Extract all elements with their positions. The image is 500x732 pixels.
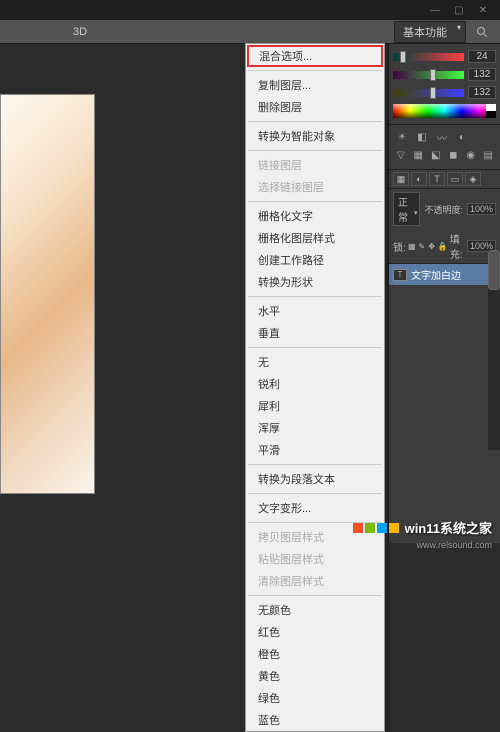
layers-panel: ▦ ◐ T ▭ ◈ 正常 不透明度: 100% 锁: ▦ ✎ ✥ 🔒 填充: 1… xyxy=(389,170,500,543)
ctx-rasterize-text[interactable]: 栅格化文字 xyxy=(246,205,384,227)
ctx-paste-style: 粘贴图层样式 xyxy=(246,548,384,570)
maximize-button[interactable]: ▢ xyxy=(447,3,471,17)
ctx-to-shape[interactable]: 转换为形状 xyxy=(246,271,384,293)
blue-value[interactable]: 132 xyxy=(468,86,496,99)
ctx-strong[interactable]: 浑厚 xyxy=(246,417,384,439)
filter-adjust-icon[interactable]: ◐ xyxy=(411,172,427,186)
watermark-logo-icon xyxy=(353,523,399,533)
blue-slider[interactable] xyxy=(393,89,464,97)
scrollbar-thumb[interactable] xyxy=(488,250,500,290)
ctx-link-layer: 链接图层 xyxy=(246,154,384,176)
opacity-label: 不透明度: xyxy=(424,203,463,216)
hue-icon[interactable]: ▦ xyxy=(411,147,427,163)
ctx-copy-layer[interactable]: 复制图层... xyxy=(246,74,384,96)
canvas-image xyxy=(0,94,95,494)
opacity-value[interactable]: 100% xyxy=(467,203,496,215)
watermark: win11系统之家 xyxy=(353,518,492,537)
scrollbar[interactable] xyxy=(488,250,500,450)
levels-icon[interactable]: ◧ xyxy=(413,129,431,145)
ctx-clear-style: 清除图层样式 xyxy=(246,570,384,592)
ctx-orange[interactable]: 橙色 xyxy=(246,643,384,665)
color-spectrum[interactable] xyxy=(393,104,496,118)
lock-position-icon[interactable]: ✥ xyxy=(428,240,436,252)
close-button[interactable]: ✕ xyxy=(471,3,495,17)
ctx-yellow[interactable]: 黄色 xyxy=(246,665,384,687)
filter-smart-icon[interactable]: ◈ xyxy=(465,172,481,186)
adjustments-panel: ☀ ◧ 〰 ◐ ▽ ▦ ⬕ ◼ ◉ ▤ xyxy=(389,125,500,170)
curves-icon[interactable]: 〰 xyxy=(433,129,451,145)
watermark-url: www.relsound.com xyxy=(416,540,492,550)
lock-transparent-icon[interactable]: ▦ xyxy=(408,240,416,252)
ctx-vertical[interactable]: 垂直 xyxy=(246,322,384,344)
color-panel: 24 132 132 xyxy=(389,44,500,125)
workspace-preset-dropdown[interactable]: 基本功能 xyxy=(394,21,466,43)
blend-mode-dropdown[interactable]: 正常 xyxy=(393,192,420,226)
ctx-crisp[interactable]: 犀利 xyxy=(246,395,384,417)
lock-label: 锁: xyxy=(393,239,406,254)
mixer-icon[interactable]: ▤ xyxy=(481,147,497,163)
filter-pixel-icon[interactable]: ▦ xyxy=(393,172,409,186)
ctx-select-linked: 选择链接图层 xyxy=(246,176,384,198)
brightness-icon[interactable]: ☀ xyxy=(393,129,411,145)
ctx-sharp[interactable]: 锐利 xyxy=(246,373,384,395)
ctx-no-color[interactable]: 无颜色 xyxy=(246,599,384,621)
search-icon[interactable] xyxy=(472,24,492,40)
ctx-to-paragraph[interactable]: 转换为段落文本 xyxy=(246,468,384,490)
photo-filter-icon[interactable]: ◉ xyxy=(463,147,479,163)
balance-icon[interactable]: ⬕ xyxy=(428,147,444,163)
green-slider[interactable] xyxy=(393,71,464,79)
menu-3d[interactable]: 3D xyxy=(8,26,87,38)
ctx-rasterize-style[interactable]: 栅格化图层样式 xyxy=(246,227,384,249)
ctx-horizontal[interactable]: 水平 xyxy=(246,300,384,322)
ctx-to-smart[interactable]: 转换为智能对象 xyxy=(246,125,384,147)
context-menu: 混合选项... 复制图层... 删除图层 转换为智能对象 链接图层 选择链接图层… xyxy=(245,43,385,732)
red-value[interactable]: 24 xyxy=(468,50,496,63)
ctx-red[interactable]: 红色 xyxy=(246,621,384,643)
ctx-blue[interactable]: 蓝色 xyxy=(246,709,384,731)
ctx-smooth[interactable]: 平滑 xyxy=(246,439,384,461)
fill-label: 填充: xyxy=(450,231,465,261)
layer-name: 文字加白边 xyxy=(411,267,461,282)
filter-text-icon[interactable]: T xyxy=(429,172,445,186)
red-slider[interactable] xyxy=(393,53,464,61)
lock-paint-icon[interactable]: ✎ xyxy=(418,240,426,252)
filter-shape-icon[interactable]: ▭ xyxy=(447,172,463,186)
layer-thumbnail: T xyxy=(393,269,407,281)
ctx-blend-options[interactable]: 混合选项... xyxy=(247,45,383,67)
watermark-text: win11系统之家 xyxy=(405,518,492,537)
ctx-none[interactable]: 无 xyxy=(246,351,384,373)
minimize-button[interactable]: — xyxy=(423,3,447,17)
bw-icon[interactable]: ◼ xyxy=(446,147,462,163)
exposure-icon[interactable]: ◐ xyxy=(453,129,471,145)
green-value[interactable]: 132 xyxy=(468,68,496,81)
ctx-create-path[interactable]: 创建工作路径 xyxy=(246,249,384,271)
ctx-delete-layer[interactable]: 删除图层 xyxy=(246,96,384,118)
ctx-warp-text[interactable]: 文字变形... xyxy=(246,497,384,519)
layer-item[interactable]: T 文字加白边 xyxy=(389,264,500,285)
vibrance-icon[interactable]: ▽ xyxy=(393,147,409,163)
ctx-green[interactable]: 绿色 xyxy=(246,687,384,709)
lock-all-icon[interactable]: 🔒 xyxy=(438,240,448,252)
